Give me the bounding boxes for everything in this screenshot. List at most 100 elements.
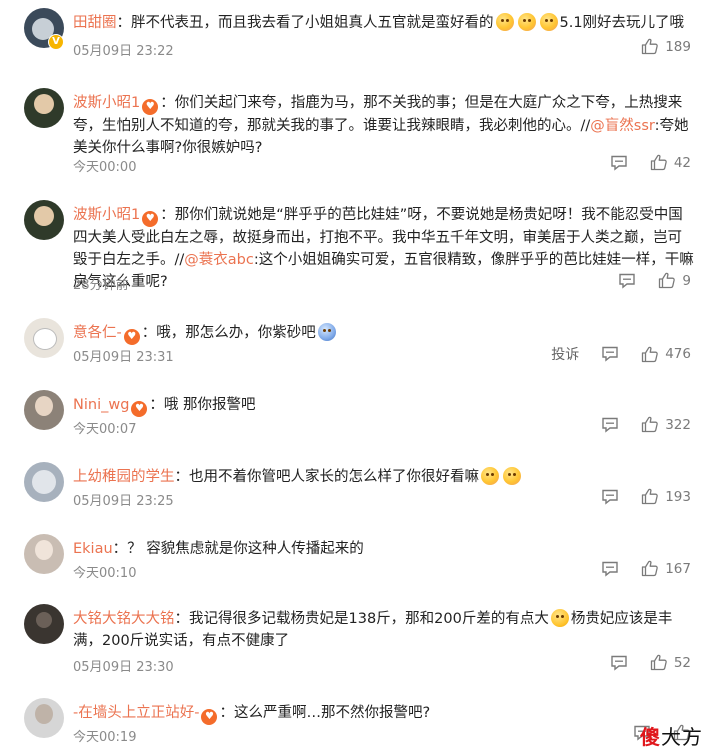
username-separator: ： bbox=[149, 397, 164, 413]
comment-actions: 167 bbox=[579, 560, 691, 577]
comment-text: 意各仁- ♥ ：哦，那怎么办，你紫砂吧 bbox=[73, 322, 695, 345]
comment-icon bbox=[601, 561, 619, 577]
blush-face-emoji-icon bbox=[495, 13, 514, 31]
like-button[interactable]: 9 bbox=[658, 272, 691, 289]
surprised-face-emoji-icon bbox=[481, 467, 499, 485]
comment-body: 田甜圈：胖不代表丑，而且我去看了小姐姐真人五官就是蛮好看的 5.1刚好去玩儿了哦 bbox=[73, 12, 695, 34]
comment-text: 波斯小昭1 ♥ ：你们关起门来夸，指鹿为马，那不关我的事；但是在大庭广众之下夸，上热… bbox=[73, 92, 695, 159]
comment-time: 今天00:07 bbox=[73, 422, 137, 437]
comment-time: 28分钟前 bbox=[73, 278, 129, 293]
thumbs-up-icon bbox=[641, 560, 659, 577]
comment-feed: V 田甜圈：胖不代表丑，而且我去看了小姐姐真人五官就是蛮好看的 5.1刚好去玩儿了… bbox=[0, 0, 719, 756]
username-separator: ： bbox=[116, 15, 132, 31]
reply-button[interactable] bbox=[601, 561, 619, 577]
avatar[interactable] bbox=[24, 604, 64, 644]
username-separator: ： bbox=[160, 207, 175, 223]
comment-icon bbox=[610, 655, 628, 671]
blush-face-emoji-icon bbox=[517, 13, 536, 31]
watermark-accent: 傻 bbox=[640, 725, 661, 749]
username-link[interactable]: 波斯小昭1 bbox=[73, 95, 140, 111]
username-link[interactable]: 波斯小昭1 bbox=[73, 207, 140, 223]
username-separator: ： bbox=[174, 469, 190, 485]
comment-actions: 52 bbox=[588, 654, 691, 671]
comment-actions: 42 bbox=[588, 154, 691, 171]
like-button[interactable]: 167 bbox=[641, 560, 691, 577]
avatar[interactable] bbox=[24, 462, 64, 502]
like-button[interactable]: 189 bbox=[641, 38, 691, 55]
reply-button[interactable] bbox=[618, 273, 636, 289]
like-button[interactable]: 322 bbox=[641, 416, 691, 433]
avatar[interactable] bbox=[24, 534, 64, 574]
comment-body: -在墙头上立正站好- ♥ ：这么严重啊…那不然你报警吧? bbox=[73, 702, 695, 725]
avatar[interactable] bbox=[24, 390, 64, 430]
like-count: 9 bbox=[682, 272, 691, 289]
username-link[interactable]: Ekiau bbox=[73, 541, 113, 557]
username-link[interactable]: 意各仁- bbox=[73, 325, 122, 341]
reply-button[interactable] bbox=[601, 489, 619, 505]
mention-link[interactable]: @蓑衣abc bbox=[184, 252, 254, 268]
fan-badge-icon: ♥ bbox=[131, 401, 148, 417]
comment-text-segment: 哦，那怎么办，你紫砂吧 bbox=[156, 325, 316, 341]
thumbs-up-icon bbox=[650, 154, 668, 171]
comment-actions: 322 bbox=[579, 416, 691, 433]
reply-button[interactable] bbox=[610, 155, 628, 171]
comment-time: 今天00:10 bbox=[73, 566, 137, 581]
comment-text-segment: 这么严重啊…那不然你报警吧? bbox=[233, 705, 431, 721]
comment-actions: 189 bbox=[619, 38, 691, 55]
watermark: 傻大方 bbox=[640, 721, 703, 750]
thumbs-up-icon bbox=[641, 38, 659, 55]
comment-icon bbox=[601, 489, 619, 505]
comment-body: Nini_wg ♥ ：哦 那你报警吧 bbox=[73, 394, 695, 417]
avatar[interactable] bbox=[24, 200, 64, 240]
avatar[interactable] bbox=[24, 88, 64, 128]
thumbs-up-icon bbox=[658, 272, 676, 289]
comment-icon bbox=[601, 346, 619, 362]
comment-icon bbox=[618, 273, 636, 289]
fan-badge-icon: ♥ bbox=[142, 99, 159, 115]
comment-text-segment: 我记得很多记载杨贵妃是138斤，那和200斤差的有点大 bbox=[189, 611, 549, 627]
frightened-face-emoji-icon bbox=[317, 323, 336, 341]
mention-link[interactable]: @盲然ssr bbox=[590, 118, 654, 134]
username-link[interactable]: 田甜圈 bbox=[73, 15, 117, 31]
like-button[interactable]: 193 bbox=[641, 488, 691, 505]
smiling-face-emoji-icon bbox=[550, 609, 569, 627]
reply-button[interactable] bbox=[610, 655, 628, 671]
comment-text-segment: 哦 那你报警吧 bbox=[163, 397, 256, 413]
like-button[interactable]: 52 bbox=[650, 654, 691, 671]
comment-body: 波斯小昭1 ♥ ：你们关起门来夸，指鹿为马，那不关我的事；但是在大庭广众之下夸，上热… bbox=[73, 92, 695, 159]
comment-text: 大铭大铭大大铭：我记得很多记载杨贵妃是138斤，那和200斤差的有点大 杨贵妃应该… bbox=[73, 608, 695, 652]
surprised-face-emoji-icon bbox=[503, 467, 521, 485]
username-link[interactable]: Nini_wg bbox=[73, 397, 129, 413]
comment-time: 今天00:00 bbox=[73, 160, 137, 175]
comment-text: 田甜圈：胖不代表丑，而且我去看了小姐姐真人五官就是蛮好看的 5.1刚好去玩儿了哦 bbox=[73, 12, 695, 34]
thumbs-up-icon bbox=[641, 346, 659, 363]
comment-time: 05月09日 23:30 bbox=[73, 660, 174, 675]
reply-button[interactable] bbox=[601, 417, 619, 433]
username-separator: ： bbox=[141, 325, 157, 341]
comment-time: 05月09日 23:31 bbox=[73, 350, 174, 365]
comment-text-segment: ？ 容貌焦虑就是你这种人传播起来的 bbox=[127, 541, 364, 557]
fan-badge-icon: ♥ bbox=[123, 329, 140, 345]
username-link[interactable]: -在墙头上立正站好- bbox=[73, 705, 199, 721]
like-count: 189 bbox=[665, 38, 691, 55]
comment-text: 上幼稚园的学生：也用不着你管吧人家长的怎么样了你很好看嘛 bbox=[73, 466, 695, 488]
username-link[interactable]: 上幼稚园的学生 bbox=[73, 469, 175, 485]
username-link[interactable]: 大铭大铭大大铭 bbox=[73, 611, 175, 627]
avatar[interactable] bbox=[24, 698, 64, 738]
comment-text-segment: 5.1刚好去玩儿了哦 bbox=[559, 15, 685, 31]
fan-badge-icon: ♥ bbox=[142, 211, 159, 227]
like-button[interactable]: 476 bbox=[641, 346, 691, 363]
comment-actions: 9 bbox=[596, 272, 691, 289]
avatar[interactable] bbox=[24, 318, 64, 358]
comment-text: Nini_wg ♥ ：哦 那你报警吧 bbox=[73, 394, 695, 417]
comment-body: 大铭大铭大大铭：我记得很多记载杨贵妃是138斤，那和200斤差的有点大 杨贵妃应该… bbox=[73, 608, 695, 652]
like-count: 193 bbox=[665, 488, 691, 505]
like-count: 476 bbox=[665, 346, 691, 362]
like-count: 322 bbox=[665, 416, 691, 433]
report-button[interactable]: 投诉 bbox=[551, 344, 579, 364]
reply-button[interactable] bbox=[601, 346, 619, 362]
like-button[interactable]: 42 bbox=[650, 154, 691, 171]
username-separator: ： bbox=[219, 705, 234, 721]
comment-text-segment: 也用不着你管吧人家长的怎么样了你很好看嘛 bbox=[189, 469, 479, 485]
username-separator: ： bbox=[160, 95, 175, 111]
